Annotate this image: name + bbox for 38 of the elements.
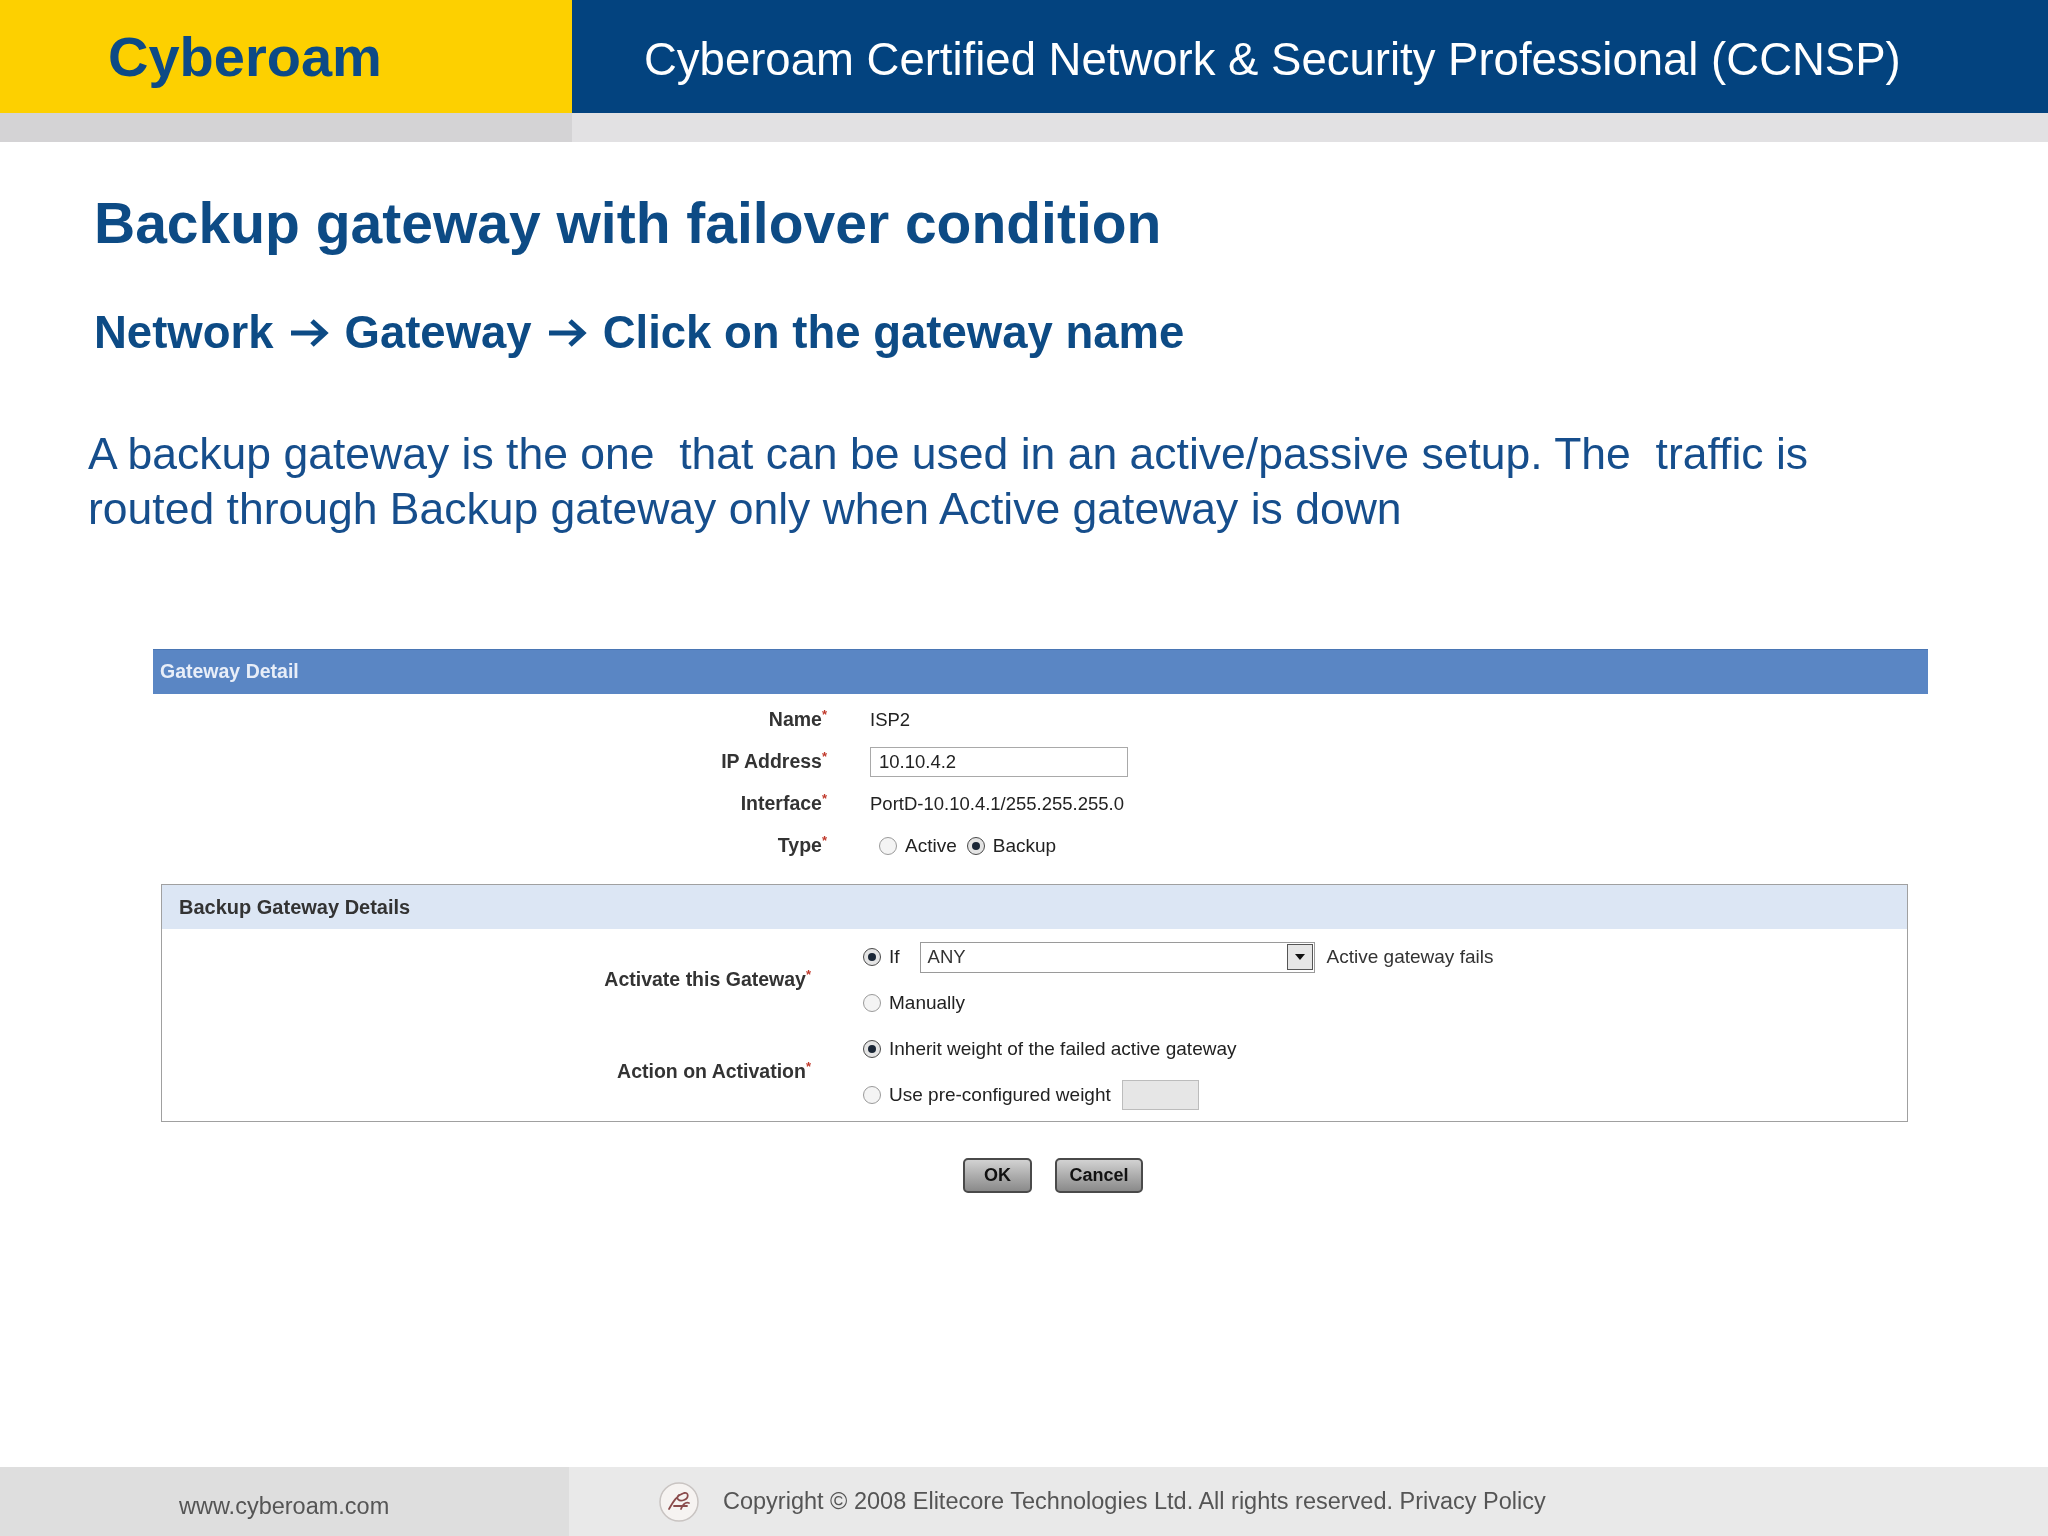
form-button[interactable]: Cancel bbox=[1055, 1158, 1143, 1193]
field-label: Name* bbox=[767, 706, 827, 733]
logo-icon bbox=[659, 1481, 699, 1522]
option-label: Backup bbox=[992, 833, 1057, 858]
field-label: Type* bbox=[776, 832, 827, 859]
website-url: www.cyberoam.com bbox=[179, 1491, 390, 1521]
condition-label: Active gateway fails bbox=[1326, 944, 1494, 969]
field-label: Interface* bbox=[739, 790, 827, 817]
radio-button[interactable] bbox=[863, 948, 881, 966]
panel-title: Gateway Detail bbox=[160, 659, 299, 685]
radio-button[interactable] bbox=[966, 837, 985, 855]
radio-button[interactable] bbox=[863, 1040, 881, 1058]
field-label: Activate this Gateway* bbox=[603, 966, 811, 993]
arrow-right-icon bbox=[546, 318, 588, 348]
description-text: A backup gateway is the one that can be used in an active/passive setup. The traffic is routed through Backup gateway only when Active gateway is down bbox=[88, 428, 1810, 535]
course-title: Cyberoam Certified Network & Security Professional (CCNSP) bbox=[644, 36, 1901, 83]
caret-icon[interactable] bbox=[1286, 944, 1313, 970]
option-label: If bbox=[889, 944, 900, 969]
breadcrumb-step: Gateway bbox=[344, 310, 532, 356]
breadcrumb-step: Click on the gateway name bbox=[602, 310, 1185, 356]
option-label: Use pre-configured weight bbox=[889, 1082, 1111, 1107]
option-label: Manually bbox=[889, 990, 966, 1015]
slide-title: Backup gateway with failover condition bbox=[94, 193, 1162, 253]
field-label: Action on Activation* bbox=[616, 1058, 811, 1085]
dropdown[interactable]: ANY bbox=[919, 941, 1315, 973]
breadcrumb-step: Network bbox=[94, 310, 274, 356]
radio-button[interactable] bbox=[863, 994, 881, 1012]
form-button[interactable]: OK bbox=[963, 1158, 1032, 1193]
field-value: PortD-10.10.4.1/255.255.255.0 bbox=[870, 792, 1125, 817]
option-label: Active bbox=[905, 833, 957, 858]
field-label: IP Address* bbox=[720, 748, 827, 775]
section-title: Backup Gateway Details bbox=[179, 895, 411, 920]
radio-button[interactable] bbox=[879, 837, 897, 855]
input-field[interactable]: 10.10.4.2 bbox=[870, 747, 1128, 777]
copyright-text: Copyright © 2008 Elitecore Technologies Ltd. All rights reserved. Privacy Policy bbox=[723, 1486, 1546, 1516]
field-value: ISP2 bbox=[870, 708, 911, 733]
option-label: Inherit weight of the failed active gateway bbox=[889, 1036, 1237, 1061]
arrow-right-icon bbox=[288, 318, 330, 348]
